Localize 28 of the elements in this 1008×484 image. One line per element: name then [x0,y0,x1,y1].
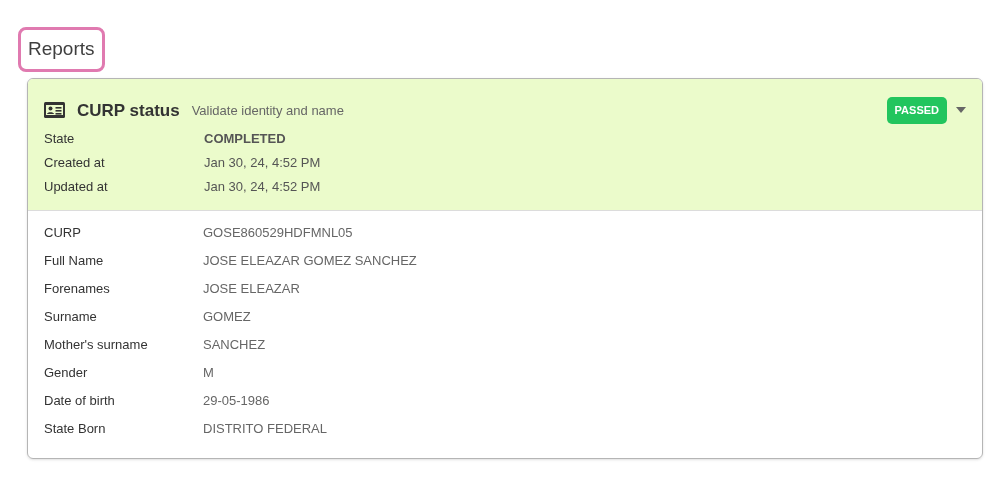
field-label: State Born [44,419,107,438]
caret-icon[interactable] [956,107,966,114]
field-value: 29-05-1986 [203,391,270,410]
meta-value: COMPLETED [204,129,286,148]
field-value: DISTRITO FEDERAL [203,419,327,438]
meta-value: Jan 30, 24, 4:52 PM [204,153,321,172]
field-value: JOSE ELEAZAR [203,279,300,298]
id-card-icon [44,102,65,119]
field-value: GOMEZ [203,307,251,326]
field-label: Gender [44,363,89,382]
section-heading: Reports [18,27,105,72]
field-value: JOSE ELEAZAR GOMEZ SANCHEZ [203,251,417,270]
field-value: SANCHEZ [203,335,266,354]
meta-value: Jan 30, 24, 4:52 PM [204,177,321,196]
field-label: CURP [44,223,82,242]
meta-label: Created at [44,153,106,172]
report-title: CURP status [77,99,180,122]
report-subtitle: Validate identity and name [191,101,344,120]
meta-label: State [44,129,76,148]
meta-label: Updated at [44,177,109,196]
field-label: Full Name [44,251,105,270]
field-value: M [203,363,214,382]
status-badge: PASSED [886,97,947,124]
field-label: Surname [44,307,98,326]
field-value: GOSE860529HDFMNL05 [203,223,353,242]
field-label: Forenames [44,279,111,298]
field-label: Date of birth [44,391,116,410]
field-label: Mother's surname [44,335,149,354]
